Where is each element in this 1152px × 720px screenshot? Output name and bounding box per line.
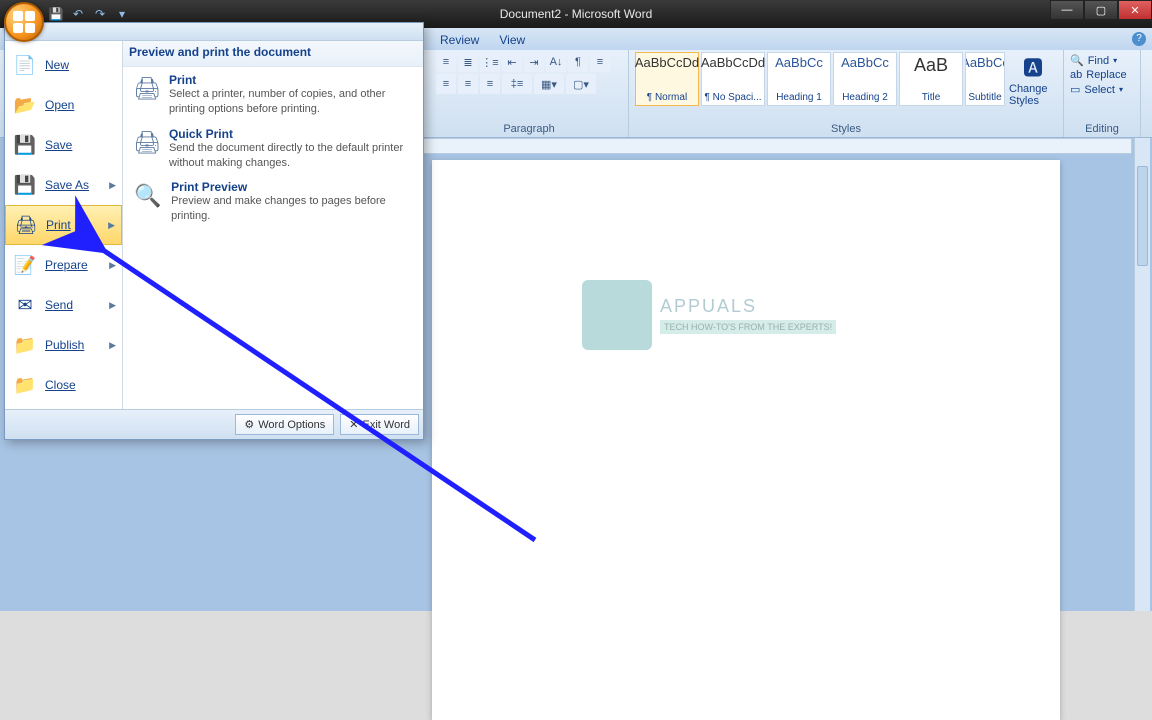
replace-button[interactable]: abReplace — [1070, 69, 1134, 81]
replace-icon: ab — [1070, 69, 1082, 81]
chevron-right-icon: ▶ — [108, 220, 115, 231]
undo-icon[interactable]: ↶ — [70, 6, 86, 22]
borders-icon[interactable]: ▢▾ — [566, 74, 596, 94]
save-icon[interactable]: 💾 — [48, 6, 64, 22]
office-menu: 📄New 📂Open 💾Save 💾Save As▶ 🖨Print▶ 📝Prep… — [4, 22, 424, 440]
exit-icon: ✕ — [349, 418, 358, 431]
quick-print-icon: 🖨 — [133, 127, 161, 159]
office-menu-panel: Preview and print the document 🖨 PrintSe… — [123, 41, 423, 409]
chevron-right-icon: ▶ — [109, 180, 116, 191]
window-controls: — ▢ ✕ — [1050, 0, 1152, 20]
vertical-scrollbar[interactable] — [1134, 138, 1150, 611]
bullets-icon[interactable]: ≡ — [436, 52, 456, 72]
menu-save[interactable]: 💾Save — [5, 125, 122, 165]
menu-send[interactable]: ✉Send▶ — [5, 285, 122, 325]
help-icon[interactable]: ? — [1132, 32, 1146, 46]
sort-icon[interactable]: A↓ — [546, 52, 566, 72]
sub-quick-print[interactable]: 🖨 Quick PrintSend the document directly … — [133, 127, 413, 171]
publish-icon: 📁 — [11, 331, 39, 359]
increase-indent-icon[interactable]: ⇥ — [524, 52, 544, 72]
menu-prepare[interactable]: 📝Prepare▶ — [5, 245, 122, 285]
watermark-character-icon — [582, 280, 652, 350]
change-styles-button[interactable]: 🅰 Change Styles — [1009, 52, 1057, 107]
new-icon: 📄 — [11, 51, 39, 79]
align-right-icon[interactable]: ≡ — [458, 74, 478, 94]
find-button[interactable]: 🔍Find▾ — [1070, 54, 1134, 67]
style-heading2[interactable]: AaBbCcHeading 2 — [833, 52, 897, 106]
chevron-right-icon: ▶ — [109, 300, 116, 311]
editing-label: Editing — [1070, 123, 1134, 137]
open-icon: 📂 — [11, 91, 39, 119]
menu-open[interactable]: 📂Open — [5, 85, 122, 125]
style-title[interactable]: AaBTitle — [899, 52, 963, 106]
watermark-brand: APPUALS — [660, 296, 836, 317]
close-button[interactable]: ✕ — [1118, 0, 1152, 20]
line-spacing-icon[interactable]: ‡≡ — [502, 74, 532, 94]
save-as-icon: 💾 — [11, 171, 39, 199]
tab-review[interactable]: Review — [430, 30, 489, 50]
office-menu-footer: ⚙Word Options ✕Exit Word — [5, 409, 423, 439]
chevron-right-icon: ▶ — [109, 340, 116, 351]
tab-view[interactable]: View — [489, 30, 535, 50]
prepare-icon: 📝 — [11, 251, 39, 279]
exit-word-button[interactable]: ✕Exit Word — [340, 414, 419, 435]
close-doc-icon: 📁 — [11, 371, 39, 399]
chevron-right-icon: ▶ — [109, 260, 116, 271]
options-icon: ⚙ — [244, 418, 254, 431]
print-preview-icon: 🔍 — [133, 180, 163, 212]
style-normal[interactable]: AaBbCcDd¶ Normal — [635, 52, 699, 106]
qat-dropdown-icon[interactable]: ▾ — [114, 6, 130, 22]
send-icon: ✉ — [11, 291, 39, 319]
style-subtitle[interactable]: AaBbCcSubtitle — [965, 52, 1005, 106]
sub-print[interactable]: 🖨 PrintSelect a printer, number of copie… — [133, 73, 413, 117]
office-button[interactable] — [4, 2, 44, 42]
style-heading1[interactable]: AaBbCcHeading 1 — [767, 52, 831, 106]
maximize-button[interactable]: ▢ — [1084, 0, 1118, 20]
watermark-sub: TECH HOW-TO'S FROM THE EXPERTS! — [660, 320, 836, 334]
show-marks-icon[interactable]: ¶ — [568, 52, 588, 72]
menu-close[interactable]: 📁Close — [5, 365, 122, 405]
styles-group: AaBbCcDd¶ Normal AaBbCcDd¶ No Spaci... A… — [629, 50, 1064, 137]
find-icon: 🔍 — [1070, 54, 1084, 67]
select-icon: ▭ — [1070, 83, 1080, 96]
style-no-spacing[interactable]: AaBbCcDd¶ No Spaci... — [701, 52, 765, 106]
menu-publish[interactable]: 📁Publish▶ — [5, 325, 122, 365]
paragraph-group: ≡ ≣ ⋮≡ ⇤ ⇥ A↓ ¶ ≡ ≡ ≡ ≡ ‡≡ ▦▾ ▢▾ Paragra… — [430, 50, 629, 137]
minimize-button[interactable]: — — [1050, 0, 1084, 20]
printer-icon: 🖨 — [133, 73, 161, 105]
scrollbar-thumb[interactable] — [1137, 166, 1148, 266]
paragraph-label: Paragraph — [436, 123, 622, 137]
numbering-icon[interactable]: ≣ — [458, 52, 478, 72]
justify-icon[interactable]: ≡ — [480, 74, 500, 94]
shading-icon[interactable]: ▦▾ — [534, 74, 564, 94]
styles-label: Styles — [635, 123, 1057, 137]
change-styles-icon: 🅰 — [1023, 52, 1043, 81]
window-title: Document2 - Microsoft Word — [0, 7, 1152, 21]
menu-new[interactable]: 📄New — [5, 45, 122, 85]
align-center-icon[interactable]: ≡ — [436, 74, 456, 94]
panel-header: Preview and print the document — [123, 41, 423, 67]
watermark: APPUALS TECH HOW-TO'S FROM THE EXPERTS! — [582, 280, 836, 350]
document-page[interactable]: APPUALS TECH HOW-TO'S FROM THE EXPERTS! — [432, 160, 1060, 720]
select-button[interactable]: ▭Select▾ — [1070, 83, 1134, 96]
save-icon: 💾 — [11, 131, 39, 159]
office-menu-list: 📄New 📂Open 💾Save 💾Save As▶ 🖨Print▶ 📝Prep… — [5, 41, 123, 409]
align-left-icon[interactable]: ≡ — [590, 52, 610, 72]
menu-save-as[interactable]: 💾Save As▶ — [5, 165, 122, 205]
editing-group: 🔍Find▾ abReplace ▭Select▾ Editing — [1064, 50, 1141, 137]
styles-gallery[interactable]: AaBbCcDd¶ Normal AaBbCcDd¶ No Spaci... A… — [635, 52, 1005, 107]
multilevel-icon[interactable]: ⋮≡ — [480, 52, 500, 72]
redo-icon[interactable]: ↷ — [92, 6, 108, 22]
print-icon: 🖨 — [12, 211, 40, 239]
word-options-button[interactable]: ⚙Word Options — [235, 414, 334, 435]
menu-print[interactable]: 🖨Print▶ — [5, 205, 122, 245]
sub-print-preview[interactable]: 🔍 Print PreviewPreview and make changes … — [133, 180, 413, 224]
decrease-indent-icon[interactable]: ⇤ — [502, 52, 522, 72]
